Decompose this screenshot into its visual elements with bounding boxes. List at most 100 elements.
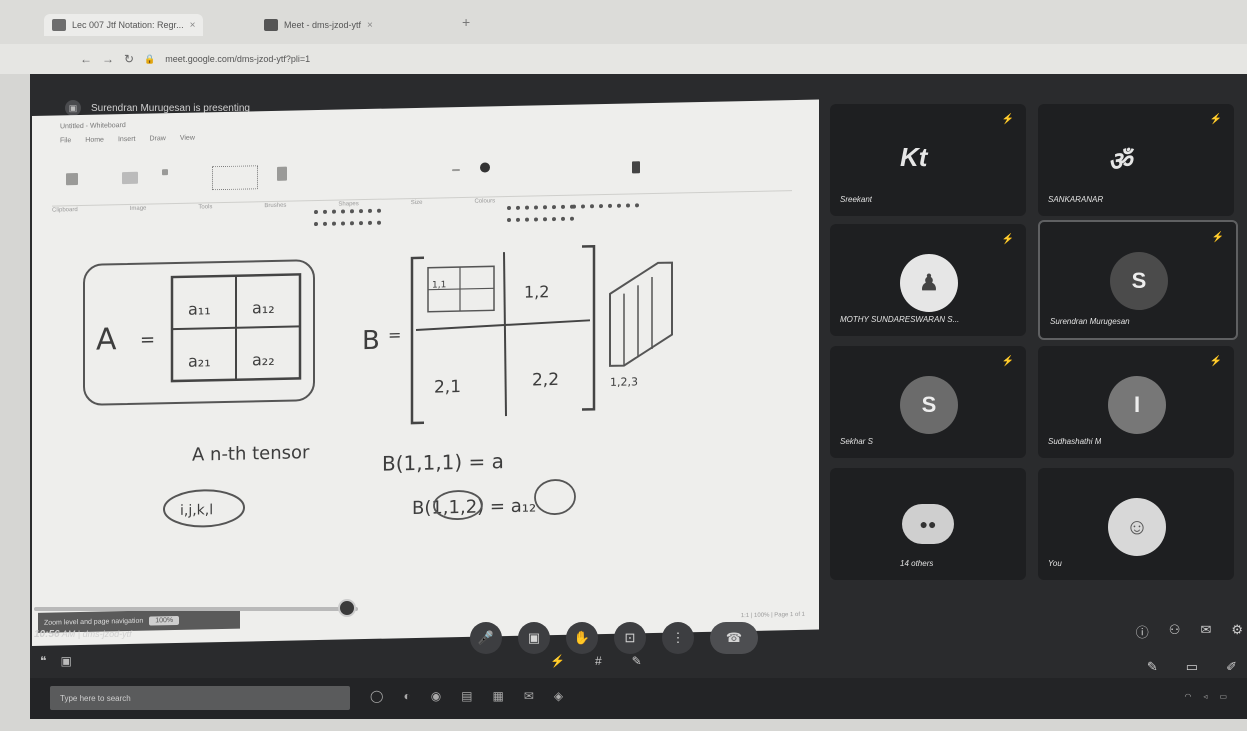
participant-tile[interactable]: ⚡ ♟ MOTHY SUNDARESWARAN S... <box>830 224 1026 336</box>
ribbon-tab[interactable]: View <box>180 135 195 142</box>
chat-icon[interactable]: ✉ <box>1200 622 1211 641</box>
ink-b21: 2,1 <box>434 377 461 398</box>
mic-off-icon: ⚡ <box>1209 356 1222 367</box>
ribbon-group-label: Shapes <box>338 201 359 208</box>
address-bar: ← → ↻ 🔒 meet.google.com/dms-jzod-ytf?pli… <box>0 44 1247 74</box>
ink-eq: = <box>388 325 401 344</box>
lock-icon: 🔒 <box>144 53 156 64</box>
info-icon[interactable]: ⓘ <box>1136 622 1149 641</box>
zoom-pill[interactable]: 100% <box>149 615 180 626</box>
pencil-icon[interactable]: ✐ <box>1226 659 1237 675</box>
participant-name: Surendran Murugesan <box>1050 317 1130 326</box>
mail-icon[interactable]: ✉ <box>524 689 534 703</box>
mic-off-icon: ⚡ <box>1211 232 1224 243</box>
matrix-b-bracket-left <box>410 256 424 425</box>
close-tab-icon[interactable]: × <box>367 20 373 31</box>
brush-icon[interactable] <box>277 166 287 181</box>
mic-button[interactable]: 🎤 <box>470 622 502 654</box>
whiteboard-icon[interactable]: ▭ <box>1186 659 1198 675</box>
ribbon-tab[interactable]: Home <box>85 136 104 143</box>
hand-icon[interactable]: ✎ <box>632 654 642 668</box>
matrix-b-divider <box>503 252 507 417</box>
mic-off-icon[interactable]: ⚡ <box>550 654 565 668</box>
participant-name: MOTHY SUNDARESWARAN S... <box>840 315 960 324</box>
participant-tile-self[interactable]: ☺ You <box>1038 468 1234 580</box>
participant-name: 14 others <box>900 559 934 568</box>
os-taskbar: Type here to search ◯ ◐ ◉ ▤ ▦ ✉ ◈ ◠ ◃ ▭ <box>30 678 1247 719</box>
page-nav-label: Zoom level and page navigation <box>44 617 144 627</box>
side-tools-lower: ✎ ▭ ✐ <box>1147 659 1237 675</box>
avatar: ♟ <box>900 254 958 312</box>
ink-a11: a₁₁ <box>188 299 211 318</box>
side-tools: ⓘ ⚇ ✉ ⚙ <box>1136 622 1243 641</box>
new-tab-button[interactable]: + <box>462 14 470 30</box>
participant-tile[interactable]: ⚡ ॐ SANKARANAR <box>1038 104 1234 216</box>
ribbon-group-label: Brushes <box>264 202 287 210</box>
ink-b11: 1,1 <box>432 280 446 290</box>
color-1-swatch[interactable] <box>480 162 490 173</box>
ribbon-group-label: Image <box>129 205 147 212</box>
ribbon-tab[interactable]: Insert <box>118 136 136 143</box>
meeting-time: 10:56 <box>34 629 60 640</box>
tab-meet[interactable]: Meet - dms-jzod-ytf × <box>256 14 381 36</box>
pen-icon[interactable]: ✎ <box>1147 659 1158 675</box>
back-icon[interactable]: ← <box>80 52 92 66</box>
tab-lecture[interactable]: Lec 007 Jtf Notation: Regr... × <box>44 14 204 36</box>
ink-b12: 1,2 <box>524 282 549 302</box>
more-options-button[interactable]: ⋮ <box>662 622 694 654</box>
taskbar-search-input[interactable]: Type here to search <box>50 686 350 710</box>
participant-tile-others[interactable]: ●● 14 others <box>830 468 1026 580</box>
store-icon[interactable]: ▦ <box>493 689 504 703</box>
activities-icon[interactable]: ⚙ <box>1231 622 1243 641</box>
tools-group-icon[interactable] <box>212 165 258 191</box>
control-sub-icons: ⚡ # ✎ <box>550 654 642 668</box>
participant-tile[interactable]: ⚡ Kt Sreekant <box>830 104 1026 216</box>
people-icon[interactable]: ⚇ <box>1169 622 1181 641</box>
folder-icon[interactable]: ▤ <box>461 689 472 703</box>
scrub-bar[interactable] <box>34 607 358 611</box>
whiteboard-canvas[interactable]: A = a₁₁ a₁₂ a₂₁ a₂₂ B = 1,2 2,1 2,2 1,1 <box>32 200 819 616</box>
raise-hand-button[interactable]: ✋ <box>566 622 598 654</box>
edge-icon[interactable]: ◐ <box>403 689 410 703</box>
app-icon[interactable]: ◈ <box>554 689 563 703</box>
mic-off-icon: ⚡ <box>1001 234 1014 245</box>
network-icon[interactable]: ◠ <box>1184 692 1191 701</box>
matrix-a-divider <box>172 325 300 331</box>
reload-icon[interactable]: ↻ <box>124 52 134 66</box>
participant-tile[interactable]: ⚡ I Sudhashathi M <box>1038 346 1234 458</box>
ink-b111: B(1,1,1) = a <box>382 449 504 476</box>
task-view-icon[interactable]: ◯ <box>370 689 383 703</box>
tensor-cube-sketch <box>609 261 673 367</box>
leave-call-button[interactable]: ☎ <box>710 622 758 654</box>
pdf-icon <box>52 19 66 31</box>
scrub-knob[interactable] <box>338 599 356 617</box>
participant-tile[interactable]: ⚡ S Surendran Murugesan <box>1038 220 1238 340</box>
chat-bubble-icon[interactable]: ▣ <box>60 654 71 668</box>
participant-name: Sekhar S <box>840 437 873 446</box>
captions-icon[interactable]: ❝ <box>40 654 46 668</box>
ribbon-toolbar <box>52 140 792 226</box>
forward-icon[interactable]: → <box>102 52 114 66</box>
avatar: S <box>900 376 958 434</box>
app-title: Untitled - Whiteboard <box>60 122 126 131</box>
participant-tile[interactable]: ⚡ S Sekhar S <box>830 346 1026 458</box>
clipboard-icon[interactable] <box>66 173 78 186</box>
close-tab-icon[interactable]: × <box>190 20 196 31</box>
present-button[interactable]: ⊡ <box>614 622 646 654</box>
group-avatar: ●● <box>902 504 954 544</box>
present-screen-icon: ▣ <box>65 100 81 116</box>
tab-label: Lec 007 Jtf Notation: Regr... <box>72 20 184 30</box>
chrome-icon[interactable]: ◉ <box>431 689 441 703</box>
camera-button[interactable]: ▣ <box>518 622 550 654</box>
image-icon[interactable] <box>122 171 138 185</box>
ribbon-tab[interactable]: File <box>60 137 71 144</box>
ink-tensor: A n-th tensor <box>192 442 310 465</box>
ribbon-tab[interactable]: Draw <box>149 135 165 142</box>
edit-colors-icon[interactable] <box>632 161 640 174</box>
url-field[interactable]: meet.google.com/dms-jzod-ytf?pli=1 <box>165 54 310 64</box>
camera-off-icon[interactable]: # <box>595 654 602 668</box>
tool-icon[interactable] <box>162 169 168 176</box>
volume-icon[interactable]: ◃ <box>1203 692 1207 701</box>
size-icon[interactable] <box>452 169 460 172</box>
battery-icon[interactable]: ▭ <box>1219 692 1227 701</box>
